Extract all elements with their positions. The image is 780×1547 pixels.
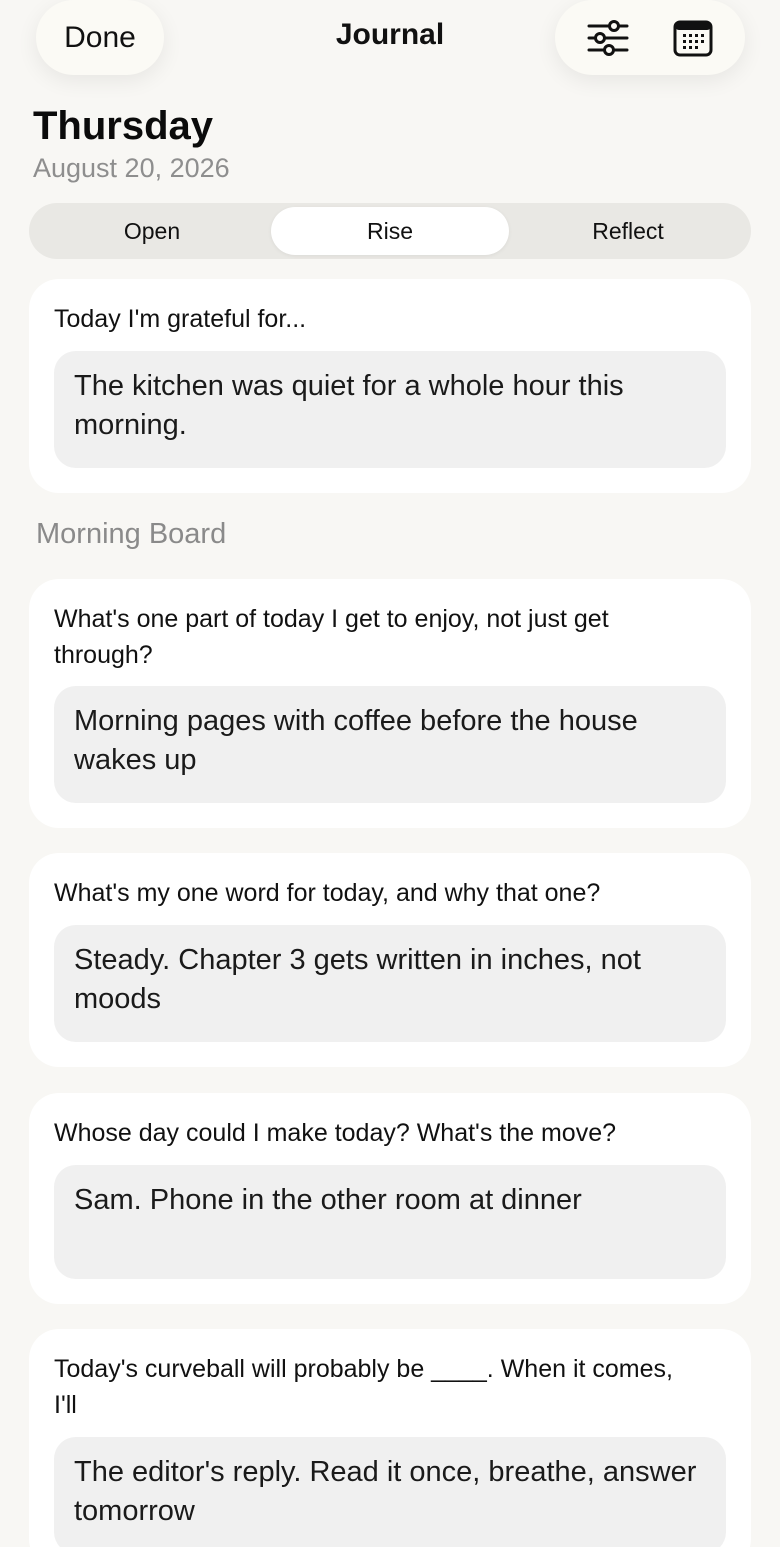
entry-answer-field[interactable]: Morning pages with coffee before the hou… [54, 686, 726, 803]
filter-button[interactable] [578, 8, 638, 68]
calendar-icon [673, 20, 712, 56]
gratitude-prompt: Today I'm grateful for... [54, 305, 307, 333]
date-subtitle: August 20, 2026 [33, 153, 230, 183]
section-title: Morning Board [36, 518, 227, 550]
sliders-icon [587, 19, 628, 56]
entry-prompt: What's my one word for today, and why th… [54, 879, 601, 907]
entry-prompt: What's one part of today I get to enjoy,… [54, 605, 609, 669]
entry-card: What's my one word for today, and why th… [29, 853, 751, 1067]
entry-card: Today's curveball will probably be ____.… [29, 1329, 751, 1547]
tab-reflect[interactable]: Reflect [509, 207, 747, 255]
calendar-button[interactable] [663, 8, 723, 68]
entry-prompt: Whose day could I make today? What's the… [54, 1119, 616, 1147]
segment-control: Open Rise Reflect [29, 203, 751, 259]
tab-rise[interactable]: Rise [271, 207, 509, 255]
entry-answer-field[interactable]: Steady. Chapter 3 gets written in inches… [54, 925, 726, 1042]
entry-prompt: Today's curveball will probably be ____.… [54, 1355, 673, 1419]
tab-open[interactable]: Open [33, 207, 271, 255]
entry-card: What's one part of today I get to enjoy,… [29, 579, 751, 828]
entry-answer-field[interactable]: Sam. Phone in the other room at dinner [54, 1165, 726, 1279]
weekday-heading: Thursday [33, 104, 214, 148]
journal-screen: Done Journal Thursday August 20, 2026 Op… [0, 0, 780, 1547]
header-actions [555, 0, 745, 75]
entry-card: Whose day could I make today? What's the… [29, 1093, 751, 1304]
gratitude-answer-field[interactable]: The kitchen was quiet for a whole hour t… [54, 351, 726, 468]
gratitude-card: Today I'm grateful for... The kitchen wa… [29, 279, 751, 493]
entry-answer-field[interactable]: The editor's reply. Read it once, breath… [54, 1437, 726, 1547]
